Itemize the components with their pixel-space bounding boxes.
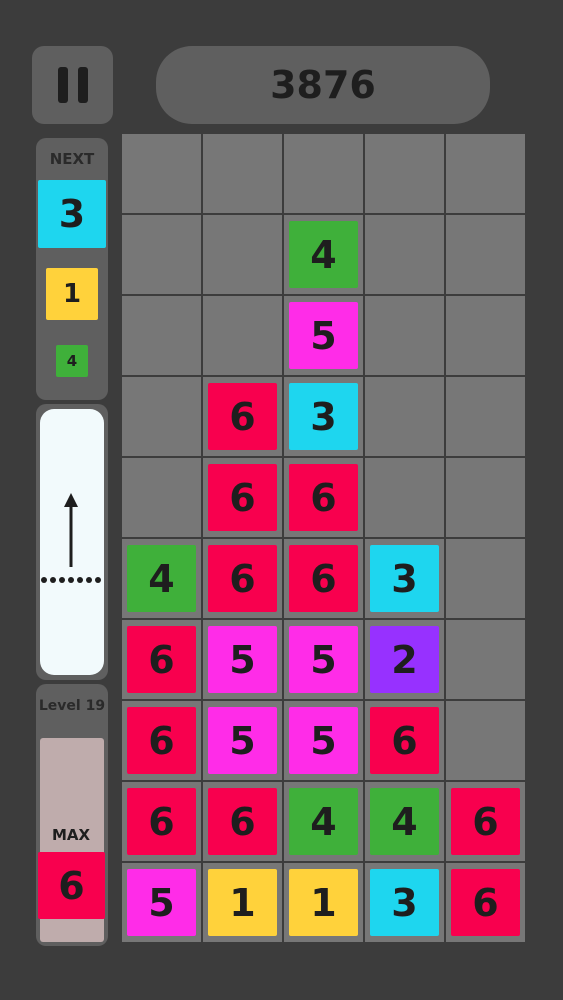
next-tile-2-value: 1 — [62, 279, 82, 309]
number-tile[interactable]: 4 — [370, 788, 439, 855]
number-tile[interactable]: 2 — [370, 626, 439, 693]
board-cell[interactable] — [446, 701, 525, 780]
board-cell[interactable] — [446, 620, 525, 699]
number-tile[interactable]: 5 — [289, 302, 358, 369]
game-board[interactable]: 4563664663655265566644651136 — [122, 134, 528, 946]
board-cell[interactable] — [203, 296, 282, 375]
score-display: 3876 — [156, 46, 490, 124]
board-cell[interactable] — [365, 215, 444, 294]
board-cell[interactable] — [446, 296, 525, 375]
number-tile[interactable]: 3 — [289, 383, 358, 450]
number-tile[interactable]: 6 — [208, 788, 277, 855]
number-tile[interactable]: 1 — [289, 869, 358, 936]
board-cell[interactable] — [203, 215, 282, 294]
number-tile[interactable]: 6 — [127, 707, 196, 774]
number-tile[interactable]: 6 — [370, 707, 439, 774]
launch-button[interactable] — [40, 409, 104, 675]
launch-panel — [36, 404, 108, 680]
number-tile[interactable]: 6 — [208, 383, 277, 450]
board-cell[interactable] — [122, 215, 201, 294]
board-cell[interactable] — [122, 458, 201, 537]
pause-icon-right-bar — [77, 67, 88, 103]
board-cell[interactable] — [122, 377, 201, 456]
next-tiles-panel: NEXT 3 1 4 — [36, 138, 108, 400]
number-tile[interactable]: 6 — [451, 869, 520, 936]
pause-icon-left-bar — [57, 67, 68, 103]
board-cell[interactable] — [446, 539, 525, 618]
number-tile[interactable]: 5 — [127, 869, 196, 936]
max-tile-value: 6 — [58, 863, 85, 908]
number-tile[interactable]: 5 — [289, 626, 358, 693]
number-tile[interactable]: 5 — [208, 626, 277, 693]
number-tile[interactable]: 4 — [289, 788, 358, 855]
number-tile[interactable]: 6 — [208, 545, 277, 612]
number-tile[interactable]: 4 — [127, 545, 196, 612]
board-cell[interactable] — [365, 134, 444, 213]
number-tile[interactable]: 6 — [289, 545, 358, 612]
board-cell[interactable] — [365, 458, 444, 537]
level-label: Level 19 — [38, 698, 106, 714]
number-tile[interactable]: 1 — [208, 869, 277, 936]
next-tile-3: 4 — [56, 345, 88, 377]
up-arrow-icon — [41, 493, 101, 583]
score-value: 3876 — [270, 63, 376, 107]
number-tile[interactable]: 3 — [370, 869, 439, 936]
board-cell[interactable] — [122, 296, 201, 375]
number-tile[interactable]: 5 — [289, 707, 358, 774]
board-cell[interactable] — [122, 134, 201, 213]
next-tile-1: 3 — [38, 180, 106, 248]
board-cell[interactable] — [446, 215, 525, 294]
board-cell[interactable] — [284, 134, 363, 213]
number-tile[interactable]: 6 — [289, 464, 358, 531]
board-cell[interactable] — [365, 296, 444, 375]
board-cell[interactable] — [446, 458, 525, 537]
max-tile: 6 — [38, 852, 105, 919]
board-cell[interactable] — [446, 377, 525, 456]
next-tile-3-value: 4 — [66, 352, 78, 370]
number-tile[interactable]: 6 — [451, 788, 520, 855]
number-tile[interactable]: 5 — [208, 707, 277, 774]
board-cell[interactable] — [446, 134, 525, 213]
number-tile[interactable]: 6 — [127, 626, 196, 693]
next-tile-2: 1 — [46, 268, 98, 320]
board-cell[interactable] — [203, 134, 282, 213]
next-tile-1-value: 3 — [58, 192, 86, 236]
board-cell[interactable] — [365, 377, 444, 456]
number-tile[interactable]: 6 — [208, 464, 277, 531]
number-tile[interactable]: 6 — [127, 788, 196, 855]
number-tile[interactable]: 4 — [289, 221, 358, 288]
pause-button[interactable] — [32, 46, 113, 124]
next-label: NEXT — [49, 150, 95, 168]
number-tile[interactable]: 3 — [370, 545, 439, 612]
